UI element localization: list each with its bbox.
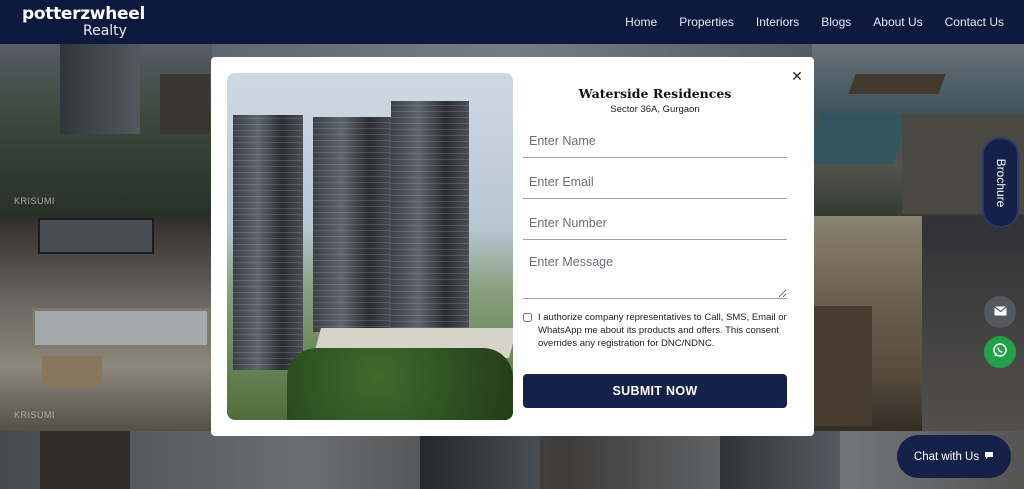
mail-button[interactable] [984, 296, 1016, 328]
nav-home[interactable]: Home [625, 15, 657, 29]
chat-with-us-button[interactable]: Chat with Us [897, 435, 1011, 478]
enquiry-modal: ✕ Waterside Residences Sector 36A, Gurga… [211, 57, 814, 436]
consent-row: I authorize company representatives to C… [523, 311, 787, 350]
nav-blogs[interactable]: Blogs [821, 15, 851, 29]
chat-label: Chat with Us [913, 450, 980, 463]
logo-wordmark: potterzwheel [22, 4, 146, 24]
name-input[interactable] [523, 124, 787, 158]
number-input[interactable] [523, 206, 787, 240]
nav-contact-us[interactable]: Contact Us [945, 15, 1004, 29]
project-image [227, 73, 513, 420]
message-textarea[interactable] [523, 247, 787, 299]
navbar: potterzwheel Realty Home Properties Inte… [0, 0, 1024, 44]
email-input[interactable] [523, 165, 787, 199]
main-menu: Home Properties Interiors Blogs About Us… [625, 15, 1004, 29]
mail-icon [993, 303, 1007, 321]
brochure-tab[interactable]: Brochure [982, 137, 1019, 228]
chat-bubble-icon [984, 451, 994, 463]
consent-checkbox[interactable] [523, 313, 532, 322]
nav-properties[interactable]: Properties [679, 15, 734, 29]
submit-button[interactable]: SUBMIT NOW [523, 374, 787, 408]
whatsapp-icon [992, 342, 1008, 363]
logo-subtitle: Realty [83, 23, 127, 39]
whatsapp-button[interactable] [984, 336, 1016, 368]
consent-text: I authorize company representatives to C… [538, 312, 787, 349]
close-icon[interactable]: ✕ [790, 69, 804, 83]
project-title: Waterside Residences [578, 86, 732, 101]
nav-about-us[interactable]: About Us [873, 15, 922, 29]
nav-interiors[interactable]: Interiors [756, 15, 799, 29]
brochure-label: Brochure [993, 158, 1008, 207]
project-location: Sector 36A, Gurgaon [610, 104, 700, 115]
logo[interactable]: potterzwheel Realty [22, 4, 146, 39]
